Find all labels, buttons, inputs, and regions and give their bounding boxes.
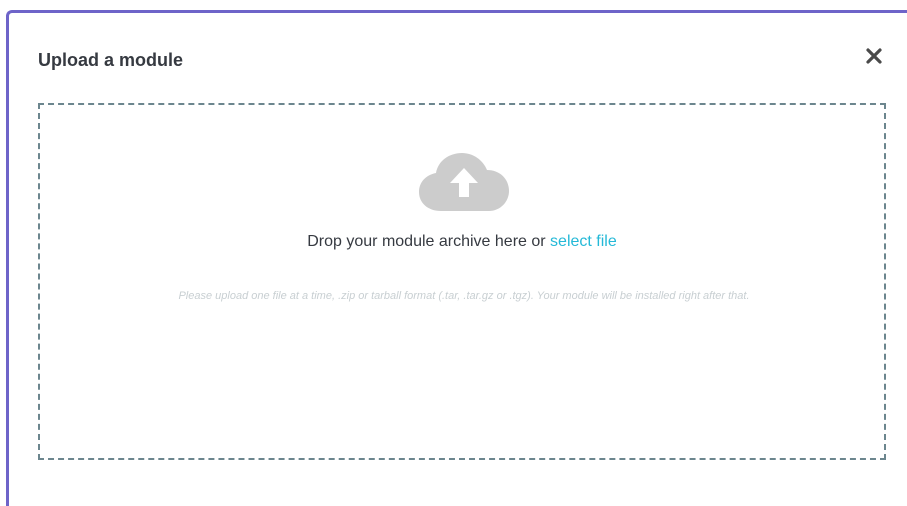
select-file-link[interactable]: select file [550, 233, 617, 250]
cloud-upload-icon [419, 153, 509, 211]
drop-text: Drop your module archive here or [307, 233, 546, 250]
drop-instructions: Drop your module archive here or select … [40, 233, 884, 251]
dropzone[interactable]: Drop your module archive here or select … [38, 103, 886, 460]
close-button[interactable] [860, 42, 888, 70]
modal-title: Upload a module [38, 50, 184, 70]
close-icon [866, 48, 882, 64]
help-text: Please upload one file at a time, .zip o… [178, 290, 750, 302]
